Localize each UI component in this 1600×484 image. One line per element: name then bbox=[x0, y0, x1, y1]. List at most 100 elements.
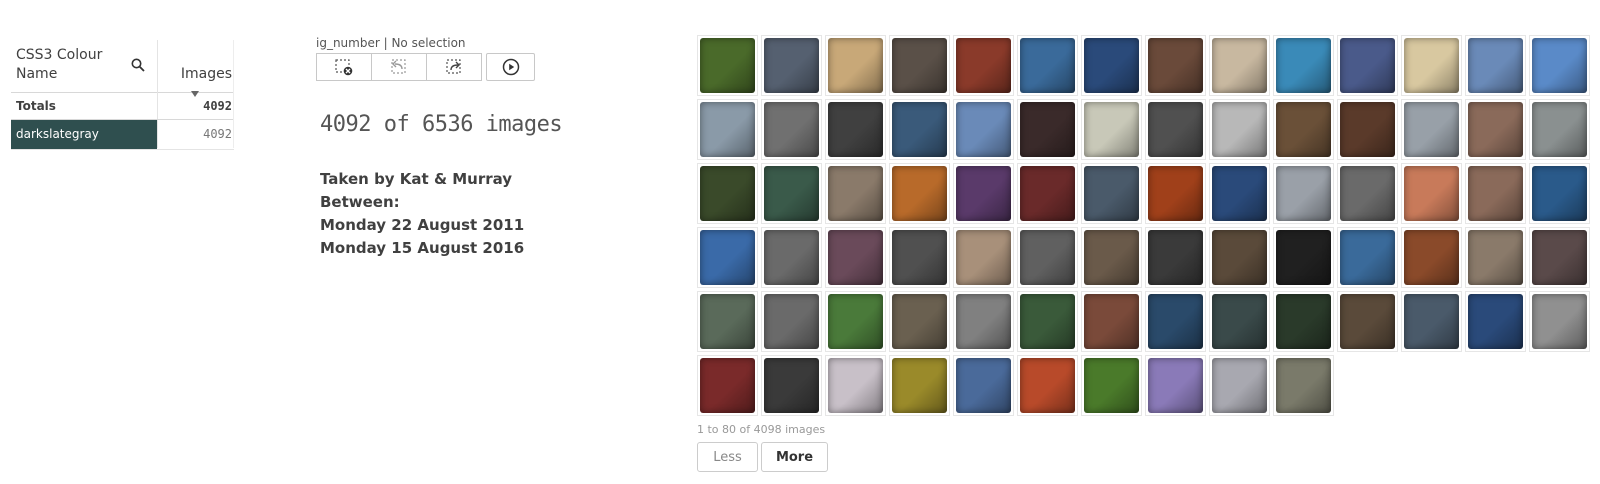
gallery-thumbnail[interactable] bbox=[825, 291, 886, 352]
thumbnail-image bbox=[1340, 102, 1395, 157]
gallery-thumbnail[interactable] bbox=[1337, 163, 1398, 224]
gallery-thumbnail[interactable] bbox=[953, 35, 1014, 96]
gallery-thumbnail[interactable] bbox=[1273, 99, 1334, 160]
gallery-thumbnail[interactable] bbox=[761, 227, 822, 288]
gallery-thumbnail[interactable] bbox=[697, 99, 758, 160]
gallery-thumbnail[interactable] bbox=[825, 99, 886, 160]
gallery-thumbnail[interactable] bbox=[1209, 35, 1270, 96]
gallery-thumbnail[interactable] bbox=[1465, 227, 1526, 288]
gallery-thumbnail[interactable] bbox=[1401, 99, 1462, 160]
gallery-thumbnail[interactable] bbox=[1081, 355, 1142, 416]
gallery-thumbnail[interactable] bbox=[825, 163, 886, 224]
gallery-thumbnail[interactable] bbox=[889, 35, 950, 96]
table-row[interactable]: darkslategray 4092 bbox=[11, 120, 234, 150]
gallery-thumbnail[interactable] bbox=[825, 227, 886, 288]
thumbnail-image bbox=[1084, 102, 1139, 157]
gallery-thumbnail[interactable] bbox=[1401, 291, 1462, 352]
row-colour-name[interactable]: darkslategray bbox=[11, 120, 157, 149]
gallery-thumbnail[interactable] bbox=[1209, 227, 1270, 288]
gallery-thumbnail[interactable] bbox=[761, 355, 822, 416]
selection-toolbar bbox=[316, 53, 535, 81]
thumbnail-image bbox=[1404, 166, 1459, 221]
gallery-thumbnail[interactable] bbox=[1401, 163, 1462, 224]
gallery-thumbnail[interactable] bbox=[697, 355, 758, 416]
gallery-thumbnail[interactable] bbox=[1209, 355, 1270, 416]
gallery-thumbnail[interactable] bbox=[761, 99, 822, 160]
gallery-thumbnail[interactable] bbox=[889, 291, 950, 352]
gallery-thumbnail[interactable] bbox=[1529, 99, 1590, 160]
gallery-thumbnail[interactable] bbox=[761, 291, 822, 352]
gallery-thumbnail[interactable] bbox=[1273, 227, 1334, 288]
gallery-thumbnail[interactable] bbox=[761, 163, 822, 224]
gallery-thumbnail[interactable] bbox=[1017, 35, 1078, 96]
step-forward-button[interactable] bbox=[426, 53, 482, 81]
gallery-thumbnail[interactable] bbox=[889, 227, 950, 288]
column-header-images[interactable]: Images bbox=[161, 66, 234, 82]
gallery-thumbnail[interactable] bbox=[1401, 35, 1462, 96]
thumbnail-image bbox=[700, 102, 755, 157]
gallery-thumbnail[interactable] bbox=[1145, 35, 1206, 96]
gallery-thumbnail[interactable] bbox=[953, 355, 1014, 416]
thumbnail-image bbox=[892, 166, 947, 221]
gallery-thumbnail[interactable] bbox=[825, 35, 886, 96]
gallery-thumbnail[interactable] bbox=[1465, 99, 1526, 160]
gallery-thumbnail[interactable] bbox=[1081, 291, 1142, 352]
gallery-thumbnail[interactable] bbox=[889, 163, 950, 224]
gallery-thumbnail[interactable] bbox=[825, 355, 886, 416]
gallery-thumbnail[interactable] bbox=[1529, 163, 1590, 224]
gallery-thumbnail[interactable] bbox=[889, 355, 950, 416]
gallery-thumbnail[interactable] bbox=[697, 163, 758, 224]
gallery-thumbnail[interactable] bbox=[1273, 355, 1334, 416]
gallery-thumbnail[interactable] bbox=[1209, 291, 1270, 352]
gallery-thumbnail[interactable] bbox=[953, 99, 1014, 160]
thumbnail-image bbox=[700, 166, 755, 221]
clear-selection-button[interactable] bbox=[316, 53, 372, 81]
gallery-thumbnail[interactable] bbox=[1145, 291, 1206, 352]
gallery-thumbnail[interactable] bbox=[697, 227, 758, 288]
gallery-thumbnail[interactable] bbox=[1337, 99, 1398, 160]
gallery-thumbnail[interactable] bbox=[1145, 99, 1206, 160]
gallery-thumbnail[interactable] bbox=[1145, 355, 1206, 416]
gallery-thumbnail[interactable] bbox=[889, 99, 950, 160]
gallery-thumbnail[interactable] bbox=[1337, 291, 1398, 352]
gallery-thumbnail[interactable] bbox=[1209, 99, 1270, 160]
step-back-button[interactable] bbox=[371, 53, 427, 81]
search-icon[interactable] bbox=[131, 58, 145, 72]
gallery-thumbnail[interactable] bbox=[953, 291, 1014, 352]
gallery-thumbnail[interactable] bbox=[697, 35, 758, 96]
gallery-thumbnail[interactable] bbox=[1529, 291, 1590, 352]
gallery-thumbnail[interactable] bbox=[1401, 227, 1462, 288]
gallery-thumbnail[interactable] bbox=[953, 227, 1014, 288]
gallery-thumbnail[interactable] bbox=[1017, 99, 1078, 160]
gallery-thumbnail[interactable] bbox=[1145, 163, 1206, 224]
gallery-thumbnail[interactable] bbox=[697, 291, 758, 352]
gallery-thumbnail[interactable] bbox=[1081, 99, 1142, 160]
gallery-thumbnail[interactable] bbox=[1465, 163, 1526, 224]
gallery-thumbnail[interactable] bbox=[1273, 35, 1334, 96]
gallery-thumbnail[interactable] bbox=[1081, 35, 1142, 96]
gallery-thumbnail[interactable] bbox=[1529, 227, 1590, 288]
thumbnail-image bbox=[1084, 358, 1139, 413]
gallery-thumbnail[interactable] bbox=[1017, 227, 1078, 288]
gallery-thumbnail[interactable] bbox=[1337, 227, 1398, 288]
gallery-thumbnail[interactable] bbox=[1017, 291, 1078, 352]
gallery-thumbnail[interactable] bbox=[1529, 35, 1590, 96]
gallery-thumbnail[interactable] bbox=[1017, 163, 1078, 224]
less-button[interactable]: Less bbox=[697, 442, 758, 472]
gallery-thumbnail[interactable] bbox=[1465, 291, 1526, 352]
thumbnail-image bbox=[1212, 102, 1267, 157]
column-header-colour-name[interactable]: CSS3 Colour Name bbox=[11, 40, 154, 92]
gallery-thumbnail[interactable] bbox=[761, 35, 822, 96]
gallery-thumbnail[interactable] bbox=[1081, 227, 1142, 288]
gallery-thumbnail[interactable] bbox=[1209, 163, 1270, 224]
gallery-thumbnail[interactable] bbox=[1273, 163, 1334, 224]
gallery-thumbnail[interactable] bbox=[1337, 35, 1398, 96]
gallery-thumbnail[interactable] bbox=[1081, 163, 1142, 224]
play-button[interactable] bbox=[486, 53, 535, 81]
gallery-thumbnail[interactable] bbox=[1465, 35, 1526, 96]
gallery-thumbnail[interactable] bbox=[1145, 227, 1206, 288]
gallery-thumbnail[interactable] bbox=[1273, 291, 1334, 352]
more-button[interactable]: More bbox=[761, 442, 828, 472]
gallery-thumbnail[interactable] bbox=[1017, 355, 1078, 416]
gallery-thumbnail[interactable] bbox=[953, 163, 1014, 224]
